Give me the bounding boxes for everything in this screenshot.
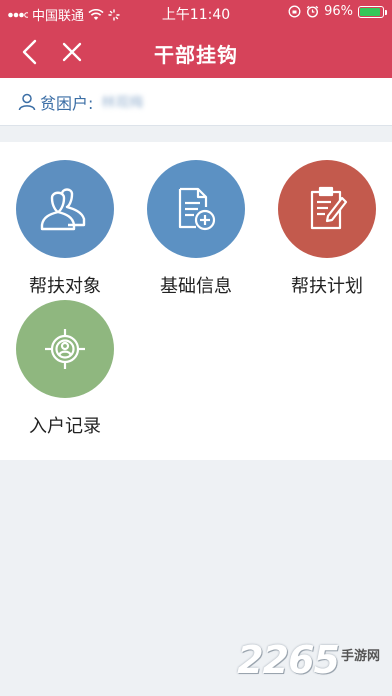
tile-circle	[147, 160, 245, 258]
tile-circle	[16, 300, 114, 398]
battery-percent: 96%	[324, 4, 353, 19]
nav-bar: 干部挂钩	[0, 26, 392, 78]
person-icon	[18, 93, 36, 110]
tile-basic-info[interactable]: 基础信息	[141, 160, 251, 298]
tile-label: 帮扶计划	[291, 276, 363, 297]
tile-circle	[16, 160, 114, 258]
document-add-icon	[178, 187, 216, 231]
tile-label: 帮扶对象	[29, 276, 101, 297]
tile-help-target[interactable]: 帮扶对象	[10, 160, 120, 298]
target-person-icon	[45, 329, 85, 369]
tile-home-visit[interactable]: 入户记录	[10, 300, 120, 438]
battery-icon	[358, 5, 387, 18]
site-watermark: 2265 手游网	[237, 638, 380, 682]
tile-circle	[278, 160, 376, 258]
page-title: 干部挂钩	[154, 43, 238, 67]
battery-level	[360, 7, 381, 16]
status-right: 96%	[288, 4, 387, 19]
tile-label: 入户记录	[29, 416, 101, 437]
menu-grid: 帮扶对象 基础信息 帮扶计划 入户记录	[0, 142, 392, 460]
tile-label: 基础信息	[160, 276, 232, 297]
tile-help-plan[interactable]: 帮扶计划	[272, 160, 382, 298]
app-header: 中国联通 上午11:40 96% 干部挂钩	[0, 0, 392, 78]
household-name: 林观梅	[101, 94, 144, 111]
watermark-text: 手游网	[340, 649, 380, 664]
rotation-lock-icon	[288, 5, 301, 18]
clipboard-edit-icon	[310, 186, 348, 230]
users-icon	[40, 188, 86, 231]
household-label: 贫困户:	[40, 93, 94, 113]
household-row: 贫困户: 林观梅	[0, 78, 392, 126]
alarm-icon	[306, 5, 319, 18]
status-bar: 中国联通 上午11:40 96%	[0, 0, 392, 26]
watermark-number: 2265	[237, 638, 340, 682]
